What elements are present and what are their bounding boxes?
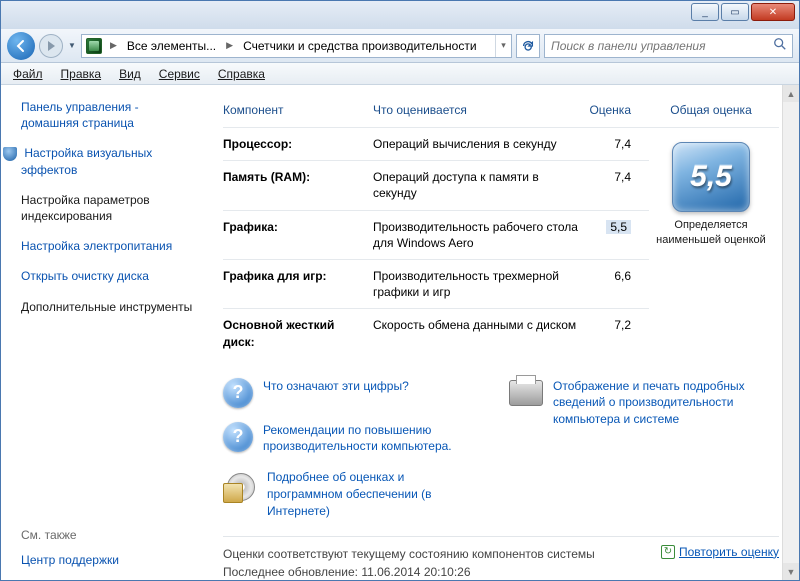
scroll-up-button[interactable]: ▲: [783, 85, 799, 102]
window: _ ▭ ✕ ▼ ▶ Все элементы... ▶ Счетчики и с…: [0, 0, 800, 581]
repeat-assessment-link[interactable]: Повторить оценку: [679, 545, 779, 559]
menubar: Файл Правка Вид Сервис Справка: [1, 63, 799, 85]
col-score: Оценка: [589, 99, 649, 128]
row-what: Скорость обмена данными с диском: [373, 309, 589, 358]
repeat-assessment[interactable]: ↻ Повторить оценку: [661, 545, 779, 559]
cd-box-icon: [223, 469, 257, 503]
score-table: Компонент Что оценивается Оценка Общая о…: [223, 99, 779, 358]
row-what: Операций вычисления в секунду: [373, 128, 589, 161]
menu-tools[interactable]: Сервис: [151, 65, 208, 83]
sidebar-link-power[interactable]: Настройка электропитания: [21, 238, 199, 254]
sidebar-link-visual-effects[interactable]: Настройка визуальных эффектов: [21, 145, 199, 177]
breadcrumb[interactable]: ▶ Все элементы... ▶ Счетчики и средства …: [81, 34, 512, 58]
sidebar-link-support[interactable]: Центр поддержки: [21, 552, 199, 568]
footer: Оценки соответствуют текущему состоянию …: [223, 536, 779, 580]
question-icon: ?: [223, 378, 253, 408]
sidebar: Панель управления - домашняя страница На…: [1, 85, 211, 580]
search-input[interactable]: [545, 39, 768, 53]
search-box[interactable]: [544, 34, 793, 58]
scrollbar[interactable]: ▲ ▼: [782, 85, 799, 580]
help-block: ? Что означают эти цифры? ? Рекомендации…: [223, 378, 779, 456]
col-what: Что оценивается: [373, 99, 589, 128]
footer-line-2: Последнее обновление: 11.06.2014 20:10:2…: [223, 563, 595, 580]
overall-score-text: Определяется наименьшей оценкой: [649, 218, 773, 248]
minimize-button[interactable]: _: [691, 3, 719, 21]
body: Панель управления - домашняя страница На…: [1, 85, 799, 580]
nav-history-dropdown[interactable]: ▼: [67, 41, 77, 50]
sidebar-link-disk-cleanup[interactable]: Открыть очистку диска: [21, 268, 199, 284]
row-score: 7,4: [589, 161, 649, 210]
breadcrumb-dropdown[interactable]: ▾: [495, 35, 511, 57]
footer-line-1: Оценки соответствуют текущему состоянию …: [223, 545, 595, 563]
row-score: 7,2: [589, 309, 649, 358]
search-icon[interactable]: [768, 37, 792, 54]
help-link-recommend[interactable]: Рекомендации по повышению производительн…: [263, 422, 483, 456]
help-link-print[interactable]: Отображение и печать подробных сведений …: [553, 378, 769, 428]
row-label: Основной жесткий диск:: [223, 309, 373, 358]
row-what: Операций доступа к памяти в секунду: [373, 161, 589, 210]
nav-forward-button[interactable]: [39, 34, 63, 58]
row-what: Производительность рабочего стола для Wi…: [373, 210, 589, 259]
row-label: Память (RAM):: [223, 161, 373, 210]
sidebar-link-tools[interactable]: Дополнительные инструменты: [21, 299, 199, 315]
shield-icon: [3, 147, 17, 161]
row-score: 5,5: [589, 210, 649, 259]
row-label: Графика для игр:: [223, 259, 373, 308]
col-component: Компонент: [223, 99, 373, 128]
scroll-down-button[interactable]: ▼: [783, 563, 799, 580]
sidebar-home-link[interactable]: Панель управления - домашняя страница: [21, 99, 199, 131]
chevron-right-icon: ▶: [222, 40, 237, 51]
menu-help[interactable]: Справка: [210, 65, 273, 83]
row-label: Графика:: [223, 210, 373, 259]
address-row: ▼ ▶ Все элементы... ▶ Счетчики и средств…: [1, 29, 799, 63]
nav-back-button[interactable]: [7, 32, 35, 60]
help-block-2: Подробнее об оценках и программном обесп…: [223, 469, 779, 519]
main-pane: Компонент Что оценивается Оценка Общая о…: [211, 85, 799, 580]
overall-cell: 5,5 Определяется наименьшей оценкой: [649, 128, 779, 358]
row-label: Процессор:: [223, 128, 373, 161]
question-icon: ?: [223, 422, 253, 452]
table-row: Процессор: Операций вычисления в секунду…: [223, 128, 779, 161]
maximize-button[interactable]: ▭: [721, 3, 749, 21]
titlebar: _ ▭ ✕: [1, 1, 799, 29]
help-item-recommend: ? Рекомендации по повышению производител…: [223, 422, 483, 456]
refresh-small-icon: ↻: [661, 545, 675, 559]
help-item-print: Отображение и печать подробных сведений …: [509, 378, 769, 428]
row-what: Производительность трехмерной графики и …: [373, 259, 589, 308]
control-panel-icon: [86, 38, 102, 54]
help-link-meaning[interactable]: Что означают эти цифры?: [263, 378, 409, 395]
printer-icon: [509, 380, 543, 406]
menu-edit[interactable]: Правка: [53, 65, 110, 83]
col-overall: Общая оценка: [649, 99, 779, 128]
sidebar-link-indexing[interactable]: Настройка параметров индексирования: [21, 192, 199, 224]
close-button[interactable]: ✕: [751, 3, 795, 21]
refresh-button[interactable]: [516, 34, 540, 58]
row-score: 7,4: [589, 128, 649, 161]
sidebar-seealso-head: См. также: [21, 528, 199, 542]
arrow-left-icon: [14, 39, 28, 53]
help-item-software: Подробнее об оценках и программном обесп…: [223, 469, 483, 519]
menu-file[interactable]: Файл: [5, 65, 51, 83]
menu-view[interactable]: Вид: [111, 65, 149, 83]
breadcrumb-seg-2[interactable]: Счетчики и средства производительности: [237, 35, 482, 57]
overall-score-tile: 5,5: [672, 142, 750, 212]
arrow-right-icon: [48, 41, 55, 51]
breadcrumb-seg-1[interactable]: Все элементы...: [121, 35, 222, 57]
row-score: 6,6: [589, 259, 649, 308]
help-item-meaning: ? Что означают эти цифры?: [223, 378, 483, 408]
help-link-software[interactable]: Подробнее об оценках и программном обесп…: [267, 469, 483, 519]
refresh-icon: [521, 39, 535, 53]
chevron-right-icon: ▶: [106, 40, 121, 51]
